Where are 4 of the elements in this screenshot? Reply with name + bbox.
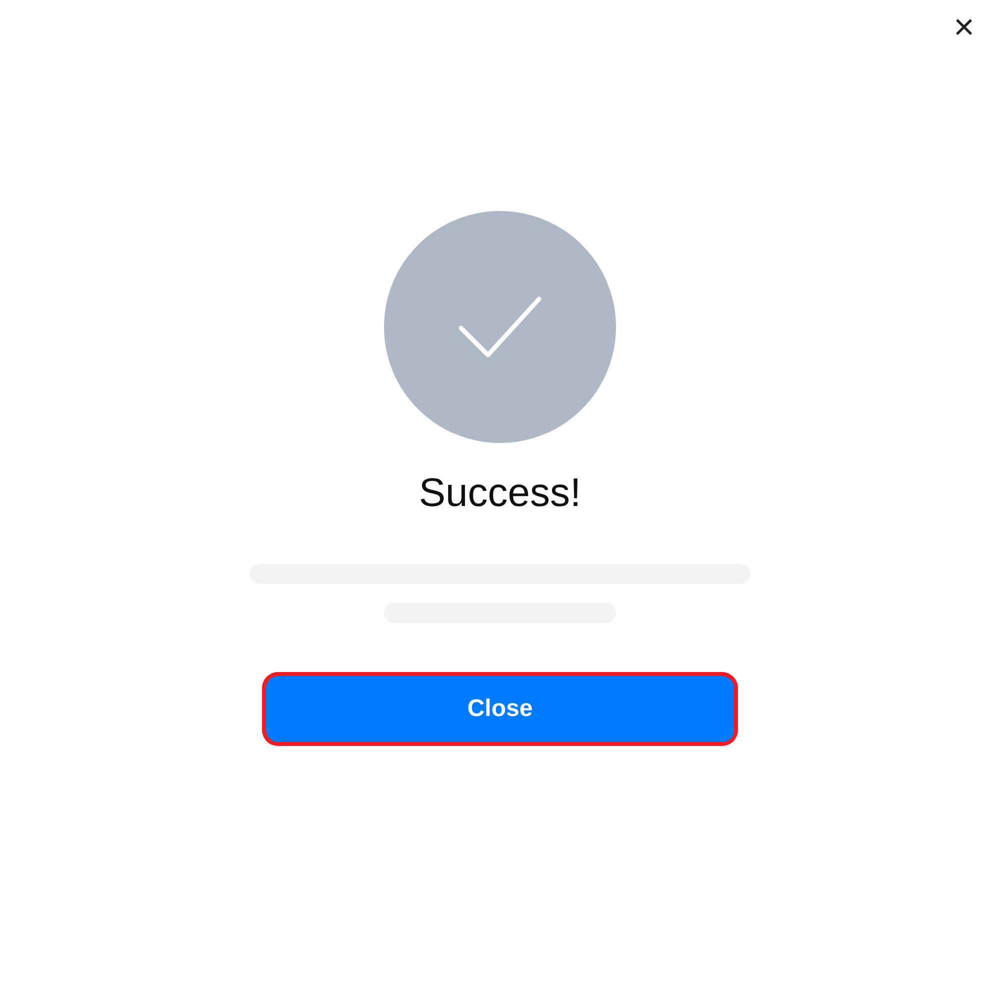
close-button[interactable]: ×: [948, 8, 980, 46]
close-button[interactable]: Close: [266, 676, 734, 742]
checkmark-icon: [458, 296, 542, 358]
dialog-title: Success!: [418, 470, 582, 517]
